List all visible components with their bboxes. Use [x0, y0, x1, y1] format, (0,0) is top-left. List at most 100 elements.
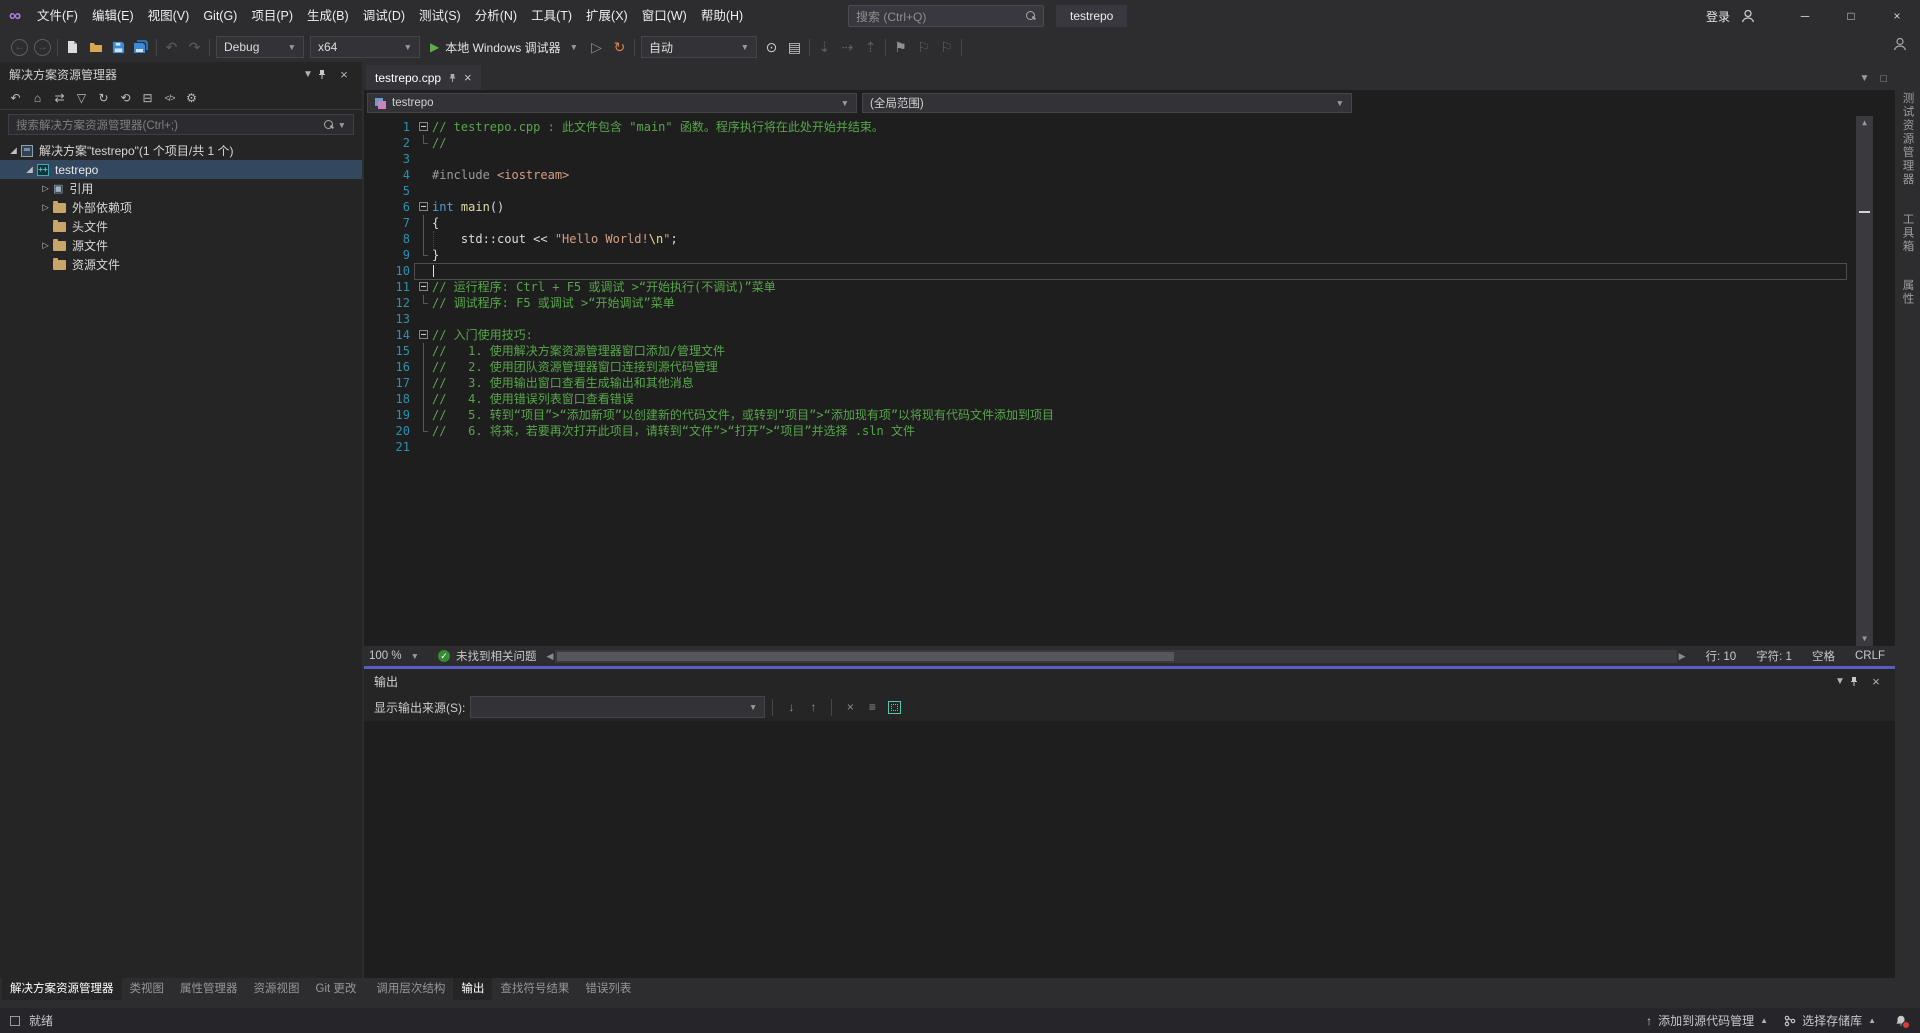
account-icon[interactable] — [1740, 8, 1756, 24]
type-scope-dropdown[interactable]: (全局范围) ▼ — [862, 93, 1352, 113]
window-position-icon[interactable]: ▼ — [299, 69, 317, 80]
configuration-dropdown[interactable]: Debug▼ — [216, 36, 304, 58]
menu-item[interactable]: 帮助(H) — [694, 0, 750, 32]
add-to-source-control-button[interactable]: ↑ 添加到源代码管理 ▲ — [1646, 1012, 1768, 1029]
navigate-forward-icon[interactable]: → — [34, 39, 51, 56]
menu-item[interactable]: 文件(F) — [30, 0, 85, 32]
menu-item[interactable]: 测试(S) — [412, 0, 468, 32]
navigate-back-icon[interactable]: ← — [11, 39, 28, 56]
menu-item[interactable]: 视图(V) — [141, 0, 197, 32]
minimize-button[interactable]: ─ — [1782, 0, 1828, 32]
fold-marker[interactable] — [414, 279, 432, 295]
clear-all-icon[interactable]: × — [839, 696, 861, 718]
menu-item[interactable]: 窗口(W) — [635, 0, 694, 32]
undo-icon[interactable]: ↶ — [160, 36, 183, 59]
panel-tab[interactable]: Git 更改 — [308, 978, 365, 1000]
output-content[interactable] — [364, 721, 1895, 978]
send-feedback-icon[interactable] — [1892, 36, 1908, 52]
tree-row[interactable]: ◢解决方案"testrepo"(1 个项目/共 1 个) — [0, 141, 362, 160]
quick-search-input[interactable]: 搜索 (Ctrl+Q) — [848, 5, 1044, 27]
code-line-13[interactable]: 13 — [364, 311, 1895, 327]
pin-icon[interactable] — [317, 69, 335, 80]
hscroll-thumb[interactable] — [557, 652, 1174, 661]
close-tab-icon[interactable]: × — [464, 70, 472, 85]
editor-vertical-scrollbar[interactable]: ▲ ▼ — [1856, 116, 1873, 646]
tree-row[interactable]: ▷▣引用 — [0, 179, 362, 198]
code-line-19[interactable]: 19// 5. 转到“项目”>“添加新项”以创建新的代码文件，或转到“项目”>“… — [364, 407, 1895, 423]
autohide-tab[interactable]: 工具箱 — [1900, 213, 1916, 254]
editor-horizontal-scrollbar[interactable]: ◀ ▶ — [547, 646, 1686, 666]
filter-icon[interactable]: ▽ — [71, 88, 92, 108]
output-source-dropdown[interactable]: ▼ — [470, 696, 765, 718]
panel-tab[interactable]: 解决方案资源管理器 — [2, 978, 122, 1000]
view-code-icon[interactable]: </> — [159, 88, 180, 108]
next-bookmark-icon[interactable]: ⚐ — [935, 36, 958, 59]
code-line-9[interactable]: 9} — [364, 247, 1895, 263]
caret-char-indicator[interactable]: 字符: 1 — [1746, 648, 1802, 664]
fold-marker[interactable] — [414, 199, 432, 215]
document-health-indicator[interactable]: ✓ 未找到相关问题 — [438, 648, 537, 664]
new-file-icon[interactable] — [61, 36, 84, 59]
tree-expander-icon[interactable]: ▷ — [38, 240, 53, 251]
code-line-21[interactable]: 21 — [364, 439, 1895, 455]
scroll-down-icon[interactable]: ▼ — [1856, 632, 1873, 646]
previous-message-icon[interactable]: ↑ — [802, 696, 824, 718]
code-line-4[interactable]: 4#include <iostream> — [364, 167, 1895, 183]
scroll-right-icon[interactable]: ▶ — [1679, 651, 1686, 662]
line-ending-indicator[interactable]: CRLF — [1845, 650, 1895, 662]
panel-tab[interactable]: 错误列表 — [577, 978, 639, 1000]
tree-expander-icon[interactable]: ◢ — [6, 145, 21, 156]
tree-row[interactable]: 头文件 — [0, 217, 362, 236]
caret-line-indicator[interactable]: 行: 10 — [1695, 648, 1746, 664]
menu-item[interactable]: 编辑(E) — [85, 0, 141, 32]
code-line-12[interactable]: 12// 调试程序: F5 或调试 >“开始调试”菜单 — [364, 295, 1895, 311]
tab-testrepo-cpp[interactable]: testrepo.cpp × — [366, 65, 481, 90]
menu-item[interactable]: 工具(T) — [524, 0, 579, 32]
fold-marker[interactable] — [414, 327, 432, 343]
toggle-autoscroll-icon[interactable] — [883, 696, 905, 718]
tree-expander-icon[interactable]: ▷ — [38, 183, 53, 194]
back-icon[interactable]: ↶ — [5, 88, 26, 108]
panel-tab[interactable]: 资源视图 — [246, 978, 308, 1000]
autohide-tab[interactable]: 属性 — [1900, 279, 1916, 306]
close-panel-icon[interactable]: × — [1867, 674, 1885, 689]
home-icon[interactable]: ⌂ — [27, 88, 48, 108]
code-line-17[interactable]: 17// 3. 使用输出窗口查看生成输出和其他消息 — [364, 375, 1895, 391]
panel-tab[interactable]: 调用层次结构 — [368, 978, 453, 1000]
start-debugging-button[interactable]: ▶ 本地 Windows 调试器 ▼ — [423, 35, 585, 59]
panel-tab[interactable]: 类视图 — [122, 978, 173, 1000]
code-line-1[interactable]: 1// testrepo.cpp : 此文件包含 "main" 函数。程序执行将… — [364, 119, 1895, 135]
code-line-7[interactable]: 7{ — [364, 215, 1895, 231]
step-into-icon[interactable]: ⇣ — [813, 36, 836, 59]
pin-tab-icon[interactable] — [448, 73, 457, 83]
code-line-6[interactable]: 6int main() — [364, 199, 1895, 215]
code-line-18[interactable]: 18// 4. 使用错误列表窗口查看错误 — [364, 391, 1895, 407]
code-line-3[interactable]: 3 — [364, 151, 1895, 167]
platform-dropdown[interactable]: x64▼ — [310, 36, 420, 58]
menu-item[interactable]: 调试(D) — [356, 0, 412, 32]
redo-icon[interactable]: ↷ — [183, 36, 206, 59]
refresh-icon[interactable]: ⟲ — [115, 88, 136, 108]
step-out-icon[interactable]: ⇡ — [859, 36, 882, 59]
open-file-icon[interactable] — [84, 36, 107, 59]
scroll-up-icon[interactable]: ▲ — [1856, 116, 1873, 130]
code-line-20[interactable]: 20// 6. 将来，若要再次打开此项目，请转到“文件”>“打开”>“项目”并选… — [364, 423, 1895, 439]
attach-to-process-icon[interactable]: ⊙ — [760, 36, 783, 59]
code-line-2[interactable]: 2// — [364, 135, 1895, 151]
code-line-16[interactable]: 16// 2. 使用团队资源管理器窗口连接到源代码管理 — [364, 359, 1895, 375]
step-over-icon[interactable]: ⇢ — [836, 36, 859, 59]
tree-expander-icon[interactable]: ▷ — [38, 202, 53, 213]
window-layout-icon[interactable]: □ — [1880, 73, 1887, 85]
notifications-bell-icon[interactable] — [1892, 1012, 1910, 1030]
window-position-icon[interactable]: ▼ — [1831, 676, 1849, 687]
save-icon[interactable] — [107, 36, 130, 59]
watch-dropdown[interactable]: 自动▼ — [641, 36, 757, 58]
next-message-icon[interactable]: ↓ — [780, 696, 802, 718]
pin-icon[interactable] — [1849, 676, 1867, 687]
active-files-dropdown-icon[interactable]: ▼ — [1859, 73, 1869, 85]
code-line-10[interactable]: 10 — [364, 263, 1895, 279]
tree-row[interactable]: ▷外部依赖项 — [0, 198, 362, 217]
show-diagnostics-icon[interactable]: ▤ — [783, 36, 806, 59]
project-scope-dropdown[interactable]: testrepo ▼ — [367, 93, 857, 113]
switch-views-icon[interactable]: ⇄ — [49, 88, 70, 108]
